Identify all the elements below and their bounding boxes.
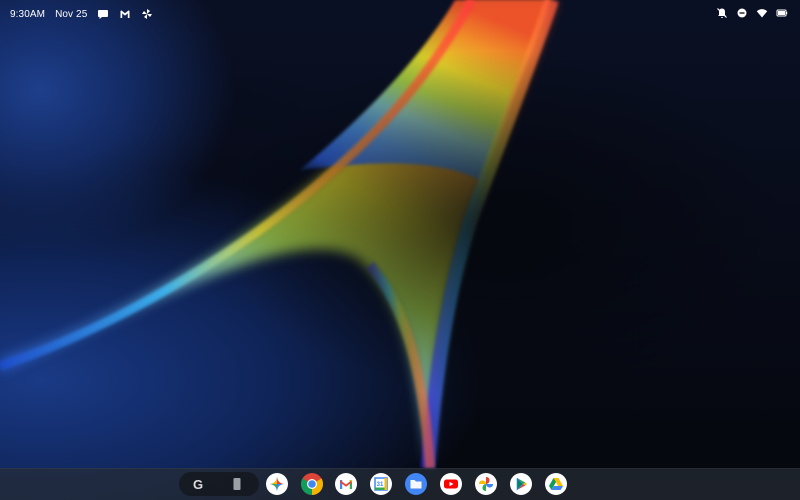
play-store-app[interactable] [510, 473, 532, 495]
google-g-icon: G [192, 476, 204, 492]
gemini-icon [266, 473, 288, 495]
files-app[interactable] [405, 473, 427, 495]
overview-button[interactable] [226, 473, 248, 495]
pinwheel-icon [141, 8, 153, 20]
drive-icon [545, 473, 567, 495]
gemini-app[interactable] [266, 473, 288, 495]
status-left: 9:30AM Nov 25 [10, 8, 153, 20]
chrome-icon [301, 473, 323, 495]
battery-icon [776, 7, 788, 19]
photos-icon [475, 473, 497, 495]
do-not-disturb-icon [736, 7, 748, 19]
wallpaper [0, 0, 800, 500]
gmail-app[interactable] [335, 473, 357, 495]
gmail-icon [335, 473, 357, 495]
google-search-button[interactable]: G [187, 473, 209, 495]
calendar-icon: 31 [370, 473, 392, 495]
home-screen: 9:30AM Nov 25 G 31 [0, 0, 800, 500]
shelf [0, 468, 800, 500]
chat-bubble-icon [97, 8, 109, 20]
calendar-app[interactable]: 31 [370, 473, 392, 495]
gmail-icon [119, 8, 131, 20]
chrome-app[interactable] [301, 473, 323, 495]
status-right[interactable] [716, 7, 788, 19]
clock-time[interactable]: 9:30AM [10, 9, 45, 20]
youtube-icon [440, 473, 462, 495]
youtube-app[interactable] [440, 473, 462, 495]
status-bar: 9:30AM Nov 25 [0, 0, 800, 28]
wifi-icon [756, 7, 768, 19]
notifications-off-icon [716, 7, 728, 19]
clock-date[interactable]: Nov 25 [55, 9, 87, 20]
files-icon [405, 473, 427, 495]
tablet-icon [233, 478, 241, 490]
play-store-icon [510, 473, 532, 495]
calendar-day: 31 [377, 482, 384, 488]
photos-app[interactable] [475, 473, 497, 495]
drive-app[interactable] [545, 473, 567, 495]
